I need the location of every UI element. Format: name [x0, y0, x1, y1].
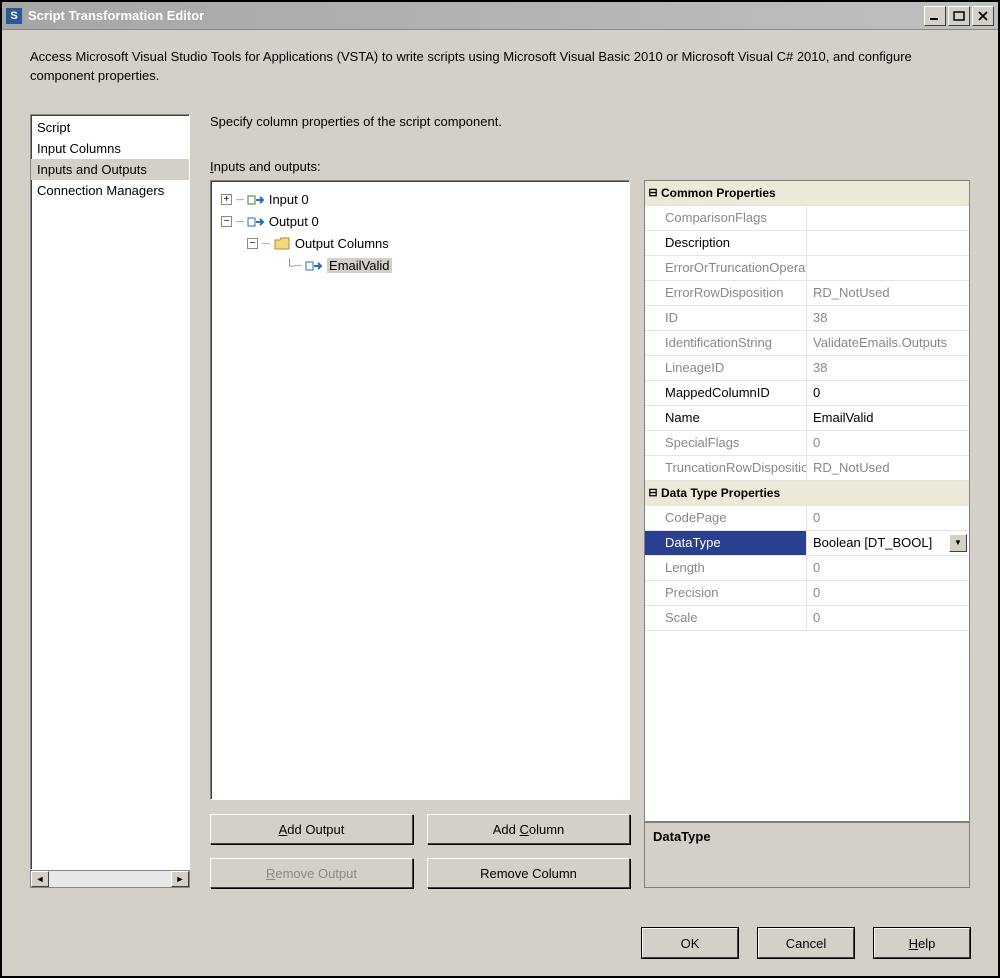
close-button[interactable] [972, 6, 994, 26]
remove-output-button: Remove Output [210, 858, 413, 888]
minimize-button[interactable] [924, 6, 946, 26]
dropdown-arrow-icon[interactable]: ▼ [949, 534, 967, 552]
prop-datatype[interactable]: DataTypeBoolean [DT_BOOL]▼ [645, 531, 969, 556]
prop-lineageid[interactable]: LineageID38 [645, 356, 969, 381]
input-arrow-icon [247, 192, 265, 208]
prop-identificationstring[interactable]: IdentificationStringValidateEmails.Outpu… [645, 331, 969, 356]
prop-comparisonflags[interactable]: ComparisonFlags [645, 206, 969, 231]
maximize-button[interactable] [948, 6, 970, 26]
add-column-button[interactable]: Add Column [427, 814, 630, 844]
header-description: Access Microsoft Visual Studio Tools for… [30, 48, 970, 86]
nav-item-inputs-outputs[interactable]: Inputs and Outputs [31, 159, 189, 180]
section-label: Specify column properties of the script … [210, 114, 970, 129]
window-title: Script Transformation Editor [28, 8, 924, 23]
window: S Script Transformation Editor Access Mi… [0, 0, 1000, 978]
prop-errorortruncation[interactable]: ErrorOrTruncationOperation [645, 256, 969, 281]
prop-description[interactable]: Description [645, 231, 969, 256]
collapse-icon[interactable]: ⊟ [645, 186, 661, 199]
prop-length[interactable]: Length0 [645, 556, 969, 581]
nav-item-connection-managers[interactable]: Connection Managers [31, 180, 189, 201]
nav-item-input-columns[interactable]: Input Columns [31, 138, 189, 159]
tree-emailvalid[interactable]: EmailValid [327, 258, 391, 273]
category-common[interactable]: ⊟Common Properties [645, 181, 969, 206]
prop-name[interactable]: NameEmailValid [645, 406, 969, 431]
category-datatype[interactable]: ⊟Data Type Properties [645, 481, 969, 506]
tree-output0[interactable]: Output 0 [269, 214, 319, 229]
prop-errorrowdisposition[interactable]: ErrorRowDispositionRD_NotUsed [645, 281, 969, 306]
collapse-icon[interactable]: ⊟ [645, 486, 661, 499]
nav-item-script[interactable]: Script [31, 117, 189, 138]
io-tree[interactable]: + ┈ Input 0 − ┈ Output 0 [210, 180, 630, 800]
help-button[interactable]: Help [874, 928, 970, 958]
prop-specialflags[interactable]: SpecialFlags0 [645, 431, 969, 456]
column-arrow-icon [305, 258, 323, 274]
io-label: Inputs and outputs: [210, 159, 970, 174]
prop-codepage[interactable]: CodePage0 [645, 506, 969, 531]
ok-button[interactable]: OK [642, 928, 738, 958]
expand-icon[interactable]: + [221, 194, 232, 205]
property-description: DataType [644, 822, 970, 888]
cancel-button[interactable]: Cancel [758, 928, 854, 958]
remove-column-button[interactable]: Remove Column [427, 858, 630, 888]
prop-precision[interactable]: Precision0 [645, 581, 969, 606]
prop-id[interactable]: ID38 [645, 306, 969, 331]
nav-list: Script Input Columns Inputs and Outputs … [30, 114, 190, 870]
collapse-icon[interactable]: − [247, 238, 258, 249]
property-grid[interactable]: ⊟Common Properties ComparisonFlags Descr… [644, 180, 970, 822]
scroll-right-icon[interactable]: ► [171, 871, 189, 887]
nav-horizontal-scrollbar[interactable]: ◄ ► [30, 870, 190, 888]
prop-scale[interactable]: Scale0 [645, 606, 969, 631]
tree-output-columns[interactable]: Output Columns [295, 236, 389, 251]
folder-icon [273, 236, 291, 252]
app-icon: S [6, 8, 22, 24]
titlebar: S Script Transformation Editor [2, 2, 998, 30]
collapse-icon[interactable]: − [221, 216, 232, 227]
tree-input0[interactable]: Input 0 [269, 192, 309, 207]
output-arrow-icon [247, 214, 265, 230]
prop-truncationrowdisposition[interactable]: TruncationRowDispositionRD_NotUsed [645, 456, 969, 481]
add-output-button[interactable]: AAdd Outputdd Output [210, 814, 413, 844]
scroll-left-icon[interactable]: ◄ [31, 871, 49, 887]
prop-mappedcolumnid[interactable]: MappedColumnID0 [645, 381, 969, 406]
